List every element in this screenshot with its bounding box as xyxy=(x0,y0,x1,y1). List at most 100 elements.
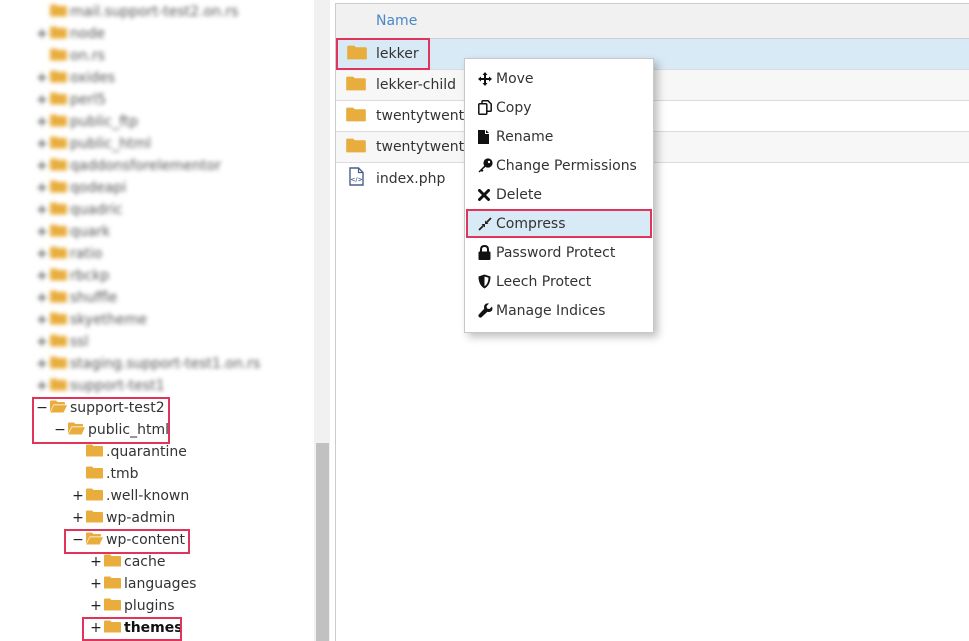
menu-item-password-protect[interactable]: Password Protect xyxy=(465,238,653,267)
menu-item-label: Move xyxy=(496,70,534,87)
folder-open-icon xyxy=(86,532,103,549)
expand-toggle-icon[interactable]: + xyxy=(36,291,48,305)
tree-item-wp-admin[interactable]: + wp-admin xyxy=(72,508,175,528)
collapse-toggle-icon[interactable]: − xyxy=(72,533,84,547)
file-icon xyxy=(478,129,496,144)
compress-icon xyxy=(478,216,496,231)
expand-toggle-icon[interactable]: + xyxy=(36,181,48,195)
tree-item[interactable]: + oxides xyxy=(36,68,115,88)
folder-icon xyxy=(50,136,67,153)
tree-item-label: node xyxy=(70,26,105,42)
tree-item-label: wp-admin xyxy=(106,510,176,526)
tree-item[interactable]: + ratio xyxy=(36,244,102,264)
tree-item-cache[interactable]: + cache xyxy=(90,552,165,572)
tree-item-plugins[interactable]: + plugins xyxy=(90,596,175,616)
tree-item-well-known[interactable]: + .well-known xyxy=(72,486,189,506)
menu-item-change-permissions[interactable]: Change Permissions xyxy=(465,151,653,180)
folder-icon xyxy=(50,48,67,65)
tree-item[interactable]: + rbckp xyxy=(36,266,109,286)
tree-item-label: mail.support-test2.on.rs xyxy=(70,4,239,20)
menu-item-label: Change Permissions xyxy=(496,157,637,174)
menu-item-rename[interactable]: Rename xyxy=(465,122,653,151)
expand-toggle-icon[interactable]: + xyxy=(72,511,84,525)
tree-item-support-test2[interactable]: − support-test2 xyxy=(36,398,165,418)
tree-item-label: oxides xyxy=(70,70,116,86)
file-manager: mail.support-test2.on.rs + node on.rs + oxide… xyxy=(0,0,969,641)
expand-toggle-icon[interactable]: + xyxy=(36,115,48,129)
menu-item-copy[interactable]: Copy xyxy=(465,93,653,122)
copy-icon xyxy=(478,100,496,115)
tree-item[interactable]: mail.support-test2.on.rs xyxy=(36,2,238,22)
folder-icon xyxy=(50,158,67,175)
tree-item-label: themes xyxy=(124,620,183,636)
tree-item[interactable]: + node xyxy=(36,24,105,44)
tree-item[interactable]: + qaddonsforelementor xyxy=(36,156,221,176)
folder-icon xyxy=(50,70,67,87)
tree-item[interactable]: + skyetheme xyxy=(36,310,147,330)
tree-item[interactable]: + public_ftp xyxy=(36,112,138,132)
file-name: lekker-child xyxy=(376,77,456,93)
tree-item[interactable]: + quadric xyxy=(36,200,123,220)
tree-item[interactable]: + perl5 xyxy=(36,90,106,110)
tree-item-quarantine[interactable]: .quarantine xyxy=(72,442,187,462)
expand-toggle-icon[interactable]: + xyxy=(36,357,48,371)
tree-item[interactable]: + public_html xyxy=(36,134,151,154)
tree-item-languages[interactable]: + languages xyxy=(90,574,196,594)
collapse-toggle-icon[interactable]: − xyxy=(54,423,66,437)
x-icon xyxy=(478,188,496,201)
expand-toggle-icon[interactable]: + xyxy=(36,379,48,393)
tree-item-label: .quarantine xyxy=(106,444,187,460)
menu-item-move[interactable]: Move xyxy=(465,64,653,93)
context-menu: Move Copy Rename Change Permissions Delete Co… xyxy=(464,58,654,333)
folder-icon xyxy=(346,138,366,157)
expand-toggle-icon[interactable]: + xyxy=(90,577,102,591)
tree-item[interactable]: + qodeapi xyxy=(36,178,126,198)
menu-item-leech-protect[interactable]: Leech Protect xyxy=(465,267,653,296)
tree-item-tmb[interactable]: .tmb xyxy=(72,464,138,484)
tree-item-themes[interactable]: + themes xyxy=(90,618,183,638)
collapse-toggle-icon[interactable]: − xyxy=(36,401,48,415)
expand-toggle-icon[interactable]: + xyxy=(36,71,48,85)
expand-toggle-icon[interactable]: + xyxy=(36,247,48,261)
expand-toggle-icon[interactable]: + xyxy=(36,27,48,41)
tree-item-wp-content[interactable]: − wp-content xyxy=(72,530,185,550)
tree-item[interactable]: + quark xyxy=(36,222,110,242)
folder-icon xyxy=(104,598,121,615)
tree-item[interactable]: + staging.support-test1.on.rs xyxy=(36,354,260,374)
tree-item-label: skyetheme xyxy=(70,312,148,328)
menu-item-manage-indices[interactable]: Manage Indices xyxy=(465,296,653,325)
tree-scrollbar-thumb[interactable] xyxy=(316,443,329,641)
menu-item-label: Leech Protect xyxy=(496,273,592,290)
tree-item-label: shuffle xyxy=(70,290,118,306)
folder-icon xyxy=(50,378,67,395)
column-header-name[interactable]: Name xyxy=(376,13,417,29)
tree-item-label: public_html xyxy=(70,136,152,152)
menu-item-delete[interactable]: Delete xyxy=(465,180,653,209)
shield-icon xyxy=(478,274,496,289)
tree-item[interactable]: + shuffle xyxy=(36,288,117,308)
folder-icon xyxy=(50,246,67,263)
tree-item-public-html[interactable]: − public_html xyxy=(54,420,169,440)
menu-item-label: Rename xyxy=(496,128,554,145)
expand-toggle-icon[interactable]: + xyxy=(90,621,102,635)
expand-toggle-icon[interactable]: + xyxy=(36,313,48,327)
expand-toggle-icon[interactable]: + xyxy=(36,203,48,217)
lock-icon xyxy=(478,245,496,260)
expand-toggle-icon[interactable]: + xyxy=(36,93,48,107)
tree-item-label: rbckp xyxy=(70,268,110,284)
menu-item-label: Password Protect xyxy=(496,244,616,261)
expand-toggle-icon[interactable]: + xyxy=(36,269,48,283)
expand-toggle-icon[interactable]: + xyxy=(36,137,48,151)
tree-item[interactable]: + support-test1 xyxy=(36,376,165,396)
expand-toggle-icon[interactable]: + xyxy=(72,489,84,503)
tree-item[interactable]: on.rs xyxy=(36,46,105,66)
expand-toggle-icon[interactable]: + xyxy=(90,599,102,613)
menu-item-compress[interactable]: Compress xyxy=(466,209,652,238)
folder-icon xyxy=(347,45,367,64)
expand-toggle-icon[interactable]: + xyxy=(36,159,48,173)
tree-item[interactable]: + ssl xyxy=(36,332,88,352)
expand-toggle-icon[interactable]: + xyxy=(36,225,48,239)
expand-toggle-icon[interactable]: + xyxy=(90,555,102,569)
expand-toggle-icon[interactable]: + xyxy=(36,335,48,349)
folder-icon xyxy=(86,444,103,461)
